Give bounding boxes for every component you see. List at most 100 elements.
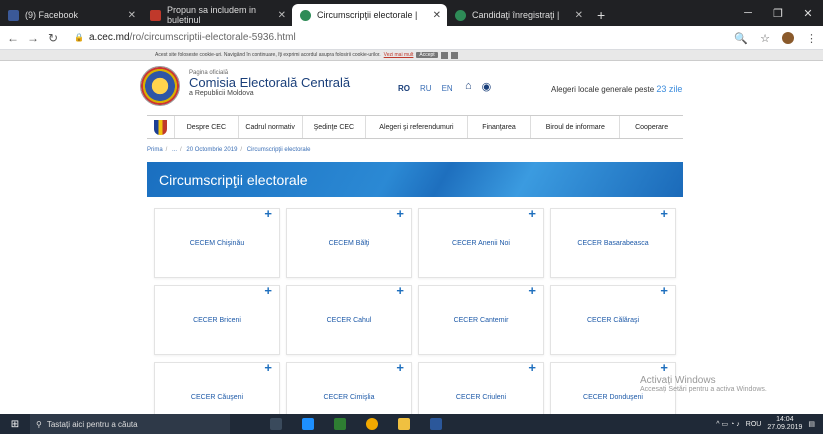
cookie-accept-button[interactable]: Accept <box>416 52 438 58</box>
district-label: CECER Cahul <box>326 316 372 324</box>
plus-icon[interactable]: + <box>396 360 404 375</box>
close-tab-icon[interactable]: ✕ <box>575 10 583 21</box>
plus-icon[interactable]: + <box>396 283 404 298</box>
menu-item-cooperare[interactable]: Cooperare <box>620 116 683 138</box>
word-icon[interactable] <box>430 418 442 430</box>
lang-ro[interactable]: RO <box>398 84 410 93</box>
menu-item-finantarea[interactable]: Finanţarea <box>468 116 532 138</box>
district-card[interactable]: + CECEM Bălţi <box>286 206 412 278</box>
zoom-icon[interactable]: 🔍 <box>734 32 748 45</box>
cookie-more-link[interactable]: Vezi mai mult <box>384 52 414 58</box>
eye-icon[interactable]: ◉ <box>482 80 492 93</box>
watermark-title: Activați Windows <box>640 375 716 386</box>
url-path: /ro/circumscriptii-electorale-5936.html <box>129 32 296 43</box>
district-card[interactable]: + CECER Basarabeasca <box>550 206 676 278</box>
tab-facebook[interactable]: (9) Facebook ✕ <box>0 4 142 26</box>
plus-icon[interactable]: + <box>528 206 536 221</box>
breadcrumb-current: Circumscripţii electorale <box>246 147 311 153</box>
folder-icon[interactable] <box>398 418 410 430</box>
facebook-icon <box>8 9 19 21</box>
home-icon[interactable]: ⌂ <box>465 80 472 93</box>
close-window-icon[interactable]: ✕ <box>793 7 823 20</box>
plus-icon[interactable]: + <box>264 283 272 298</box>
tab-label: Candidaţi înregistraţi | <box>472 10 560 20</box>
menu-item-alegeri[interactable]: Alegeri şi referendumuri <box>366 116 468 138</box>
bookmark-star-icon[interactable]: ☆ <box>760 32 770 45</box>
tab-candidati[interactable]: Candidaţi înregistraţi | ✕ <box>447 4 589 26</box>
cookie-close-icon[interactable] <box>450 51 458 59</box>
address-bar[interactable]: 🔒 a.cec.md /ro/circumscriptii-electorale… <box>74 32 296 43</box>
plus-icon[interactable]: + <box>660 360 668 375</box>
menu-item-sedinte-cec[interactable]: Şedinţe CEC <box>303 116 367 138</box>
plus-icon[interactable]: + <box>264 206 272 221</box>
close-tab-icon[interactable]: ✕ <box>128 10 136 21</box>
menu-dots-icon[interactable]: ⋮ <box>806 32 817 45</box>
district-card[interactable]: + CECER Cahul <box>286 283 412 355</box>
breadcrumb-election[interactable]: 20 Octombrie 2019 <box>186 147 237 153</box>
close-tab-icon[interactable]: ✕ <box>433 10 441 21</box>
reload-icon[interactable]: ↻ <box>46 31 60 45</box>
plus-icon[interactable]: + <box>396 206 404 221</box>
spreadsheet-icon[interactable] <box>334 418 346 430</box>
district-grid: + CECEM Chişinău + CECEM Bălţi + CECER Anen… <box>154 206 682 432</box>
brand[interactable]: Pagina oficială Comisia Electorală Centr… <box>189 70 350 97</box>
lang-ru[interactable]: RU <box>420 84 432 93</box>
plus-icon[interactable]: + <box>660 206 668 221</box>
window-controls: ─ ❐ ✕ <box>733 0 823 26</box>
site-icon <box>300 9 311 21</box>
plus-icon[interactable]: + <box>660 283 668 298</box>
tab-circumscriptii[interactable]: Circumscripţii electorale | ✕ <box>292 4 447 26</box>
menu-item-cadrul-normativ[interactable]: Cadrul normativ <box>239 116 303 138</box>
district-card[interactable]: + CECER Călăraşi <box>550 283 676 355</box>
menu-item-despre-cec[interactable]: Despre CEC <box>175 116 239 138</box>
breadcrumb-ellipsis[interactable]: ... <box>172 147 177 153</box>
task-view-icon[interactable] <box>270 418 282 430</box>
back-icon[interactable]: ← <box>6 31 20 45</box>
tab-propun[interactable]: Propun sa includem in buletinul ✕ <box>142 4 292 26</box>
district-label: CECER Cimişlia <box>323 393 375 401</box>
tab-label: (9) Facebook <box>25 10 79 20</box>
cookie-bar: Acest site foloseste cookie-uri. Navigân… <box>0 50 823 61</box>
tray-icons[interactable]: ^ ▭ ◔ ♪ <box>716 420 739 428</box>
language-indicator[interactable]: ROU <box>746 421 762 428</box>
moldova-crest-icon[interactable] <box>147 116 175 138</box>
taskbar: ⊞ ⚲ Tastați aici pentru a căuta ^ ▭ ◔ ♪ … <box>0 414 823 434</box>
district-card[interactable]: + CECEM Chişinău <box>154 206 280 278</box>
tab-label: Circumscripţii electorale | <box>317 10 418 20</box>
elections-days[interactable]: 23 zile <box>656 84 682 94</box>
taskbar-search[interactable]: ⚲ Tastați aici pentru a căuta <box>30 414 230 434</box>
clock-time: 14:04 <box>776 416 794 423</box>
taskbar-search-text: Tastați aici pentru a căuta <box>46 419 138 429</box>
forward-icon[interactable]: → <box>26 31 40 45</box>
activation-watermark: Activați Windows Accesați Setări pentru … <box>640 375 767 393</box>
notifications-icon[interactable]: ▤ <box>808 420 815 428</box>
windows-start-icon[interactable]: ⊞ <box>0 419 30 430</box>
new-tab-button[interactable]: + <box>589 4 613 26</box>
district-card[interactable]: + CECER Anenii Noi <box>418 206 544 278</box>
breadcrumb: Prima / .../ 20 Octombrie 2019/ Circumscr… <box>147 147 311 153</box>
watermark-sub: Accesați Setări pentru a activa Windows. <box>640 386 767 393</box>
plus-icon[interactable]: + <box>528 283 536 298</box>
cec-logo-icon[interactable] <box>140 66 180 106</box>
avatar[interactable] <box>782 32 794 44</box>
cookie-settings-icon[interactable] <box>440 51 448 59</box>
lock-icon: 🔒 <box>74 33 84 42</box>
plus-icon[interactable]: + <box>528 360 536 375</box>
district-card[interactable]: + CECER Cantemir <box>418 283 544 355</box>
search-icon: ⚲ <box>36 419 42 429</box>
maximize-icon[interactable]: ❐ <box>763 7 793 20</box>
chrome-icon[interactable] <box>366 418 378 430</box>
lang-en[interactable]: EN <box>442 84 453 93</box>
language-switcher: RO RU EN <box>398 84 453 93</box>
clock[interactable]: 14:04 27.09.2019 <box>767 416 802 432</box>
minimize-icon[interactable]: ─ <box>733 7 763 19</box>
plus-icon[interactable]: + <box>264 360 272 375</box>
close-tab-icon[interactable]: ✕ <box>278 10 286 21</box>
menu-item-biroul[interactable]: Biroul de informare <box>531 116 621 138</box>
district-card[interactable]: + CECER Briceni <box>154 283 280 355</box>
district-label: CECER Donduşeni <box>583 393 643 401</box>
url-domain: a.cec.md <box>88 32 130 43</box>
district-label: CECER Basarabeasca <box>577 239 649 247</box>
breadcrumb-home[interactable]: Prima <box>147 147 163 153</box>
edge-icon[interactable] <box>302 418 314 430</box>
